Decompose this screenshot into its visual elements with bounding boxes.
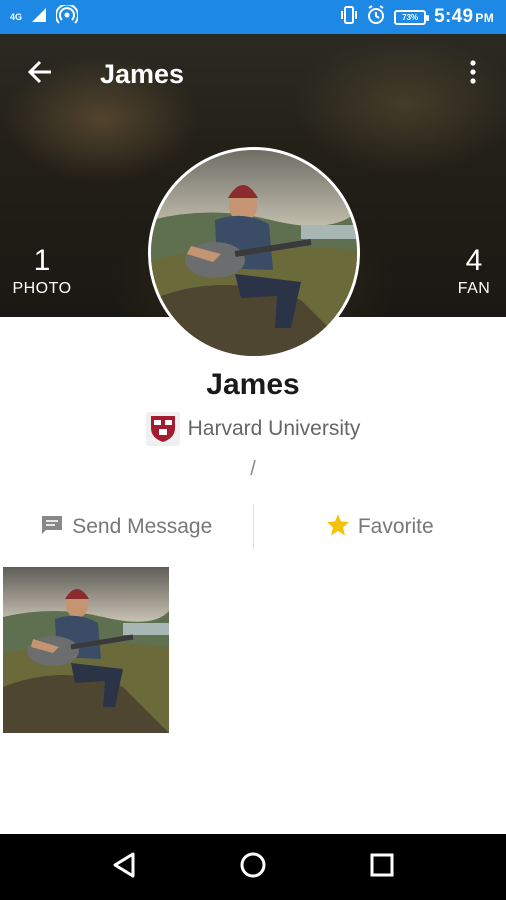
photo-count: 1 bbox=[33, 244, 51, 277]
status-time-ampm: PM bbox=[475, 11, 494, 25]
status-time-value: 5:49 bbox=[434, 6, 474, 27]
signal-icon bbox=[30, 6, 48, 29]
back-arrow-icon bbox=[27, 60, 53, 89]
status-left: 4G bbox=[10, 3, 80, 30]
nav-home-button[interactable] bbox=[223, 837, 283, 897]
school-name: Harvard University bbox=[187, 417, 361, 440]
system-nav-bar bbox=[0, 834, 506, 900]
profile-name: James bbox=[206, 368, 300, 401]
fan-stat[interactable]: 4 FAN bbox=[446, 244, 502, 300]
battery-icon: 73% bbox=[394, 9, 430, 25]
send-message-button[interactable]: Send Message bbox=[0, 500, 253, 554]
favorite-button[interactable]: Favorite bbox=[254, 500, 506, 554]
favorite-label: Favorite bbox=[357, 515, 434, 538]
message-icon bbox=[40, 514, 64, 541]
star-icon bbox=[326, 513, 350, 541]
toolbar-title: James bbox=[100, 58, 185, 89]
photo-stat[interactable]: 1 PHOTO bbox=[8, 244, 76, 300]
nav-back-button[interactable] bbox=[94, 837, 154, 897]
thumbnail-photo bbox=[3, 567, 169, 733]
status-right: 73% 5:49 PM bbox=[340, 4, 494, 30]
alarm-icon bbox=[366, 4, 386, 30]
fan-label: FAN bbox=[457, 280, 491, 297]
separator-text: / bbox=[250, 458, 256, 480]
nav-recents-button[interactable] bbox=[352, 837, 412, 897]
status-time: 5:49 PM bbox=[434, 6, 494, 28]
network-type: 4G bbox=[10, 12, 23, 22]
photo-label: PHOTO bbox=[12, 280, 72, 297]
overflow-menu-button[interactable] bbox=[458, 52, 488, 96]
nav-back-icon bbox=[111, 851, 137, 884]
harvard-shield-icon bbox=[145, 412, 180, 446]
nav-recents-icon bbox=[369, 852, 395, 883]
back-button[interactable] bbox=[18, 52, 62, 96]
avatar-photo bbox=[151, 150, 357, 356]
more-vert-icon bbox=[470, 59, 476, 89]
photo-thumbnail[interactable] bbox=[3, 567, 169, 733]
hotspot-icon bbox=[55, 3, 80, 30]
nav-home-icon bbox=[239, 851, 267, 884]
vibrate-icon bbox=[340, 5, 358, 30]
toolbar: James bbox=[0, 34, 506, 114]
action-row: Send Message Favorite bbox=[0, 500, 506, 554]
status-bar: 4G 73% 5:49 PM bbox=[0, 0, 506, 34]
send-message-label: Send Message bbox=[72, 515, 213, 538]
fan-count: 4 bbox=[465, 244, 483, 277]
avatar[interactable] bbox=[148, 147, 360, 359]
battery-level: 73% bbox=[402, 12, 419, 22]
school-row: Harvard University bbox=[0, 412, 506, 446]
